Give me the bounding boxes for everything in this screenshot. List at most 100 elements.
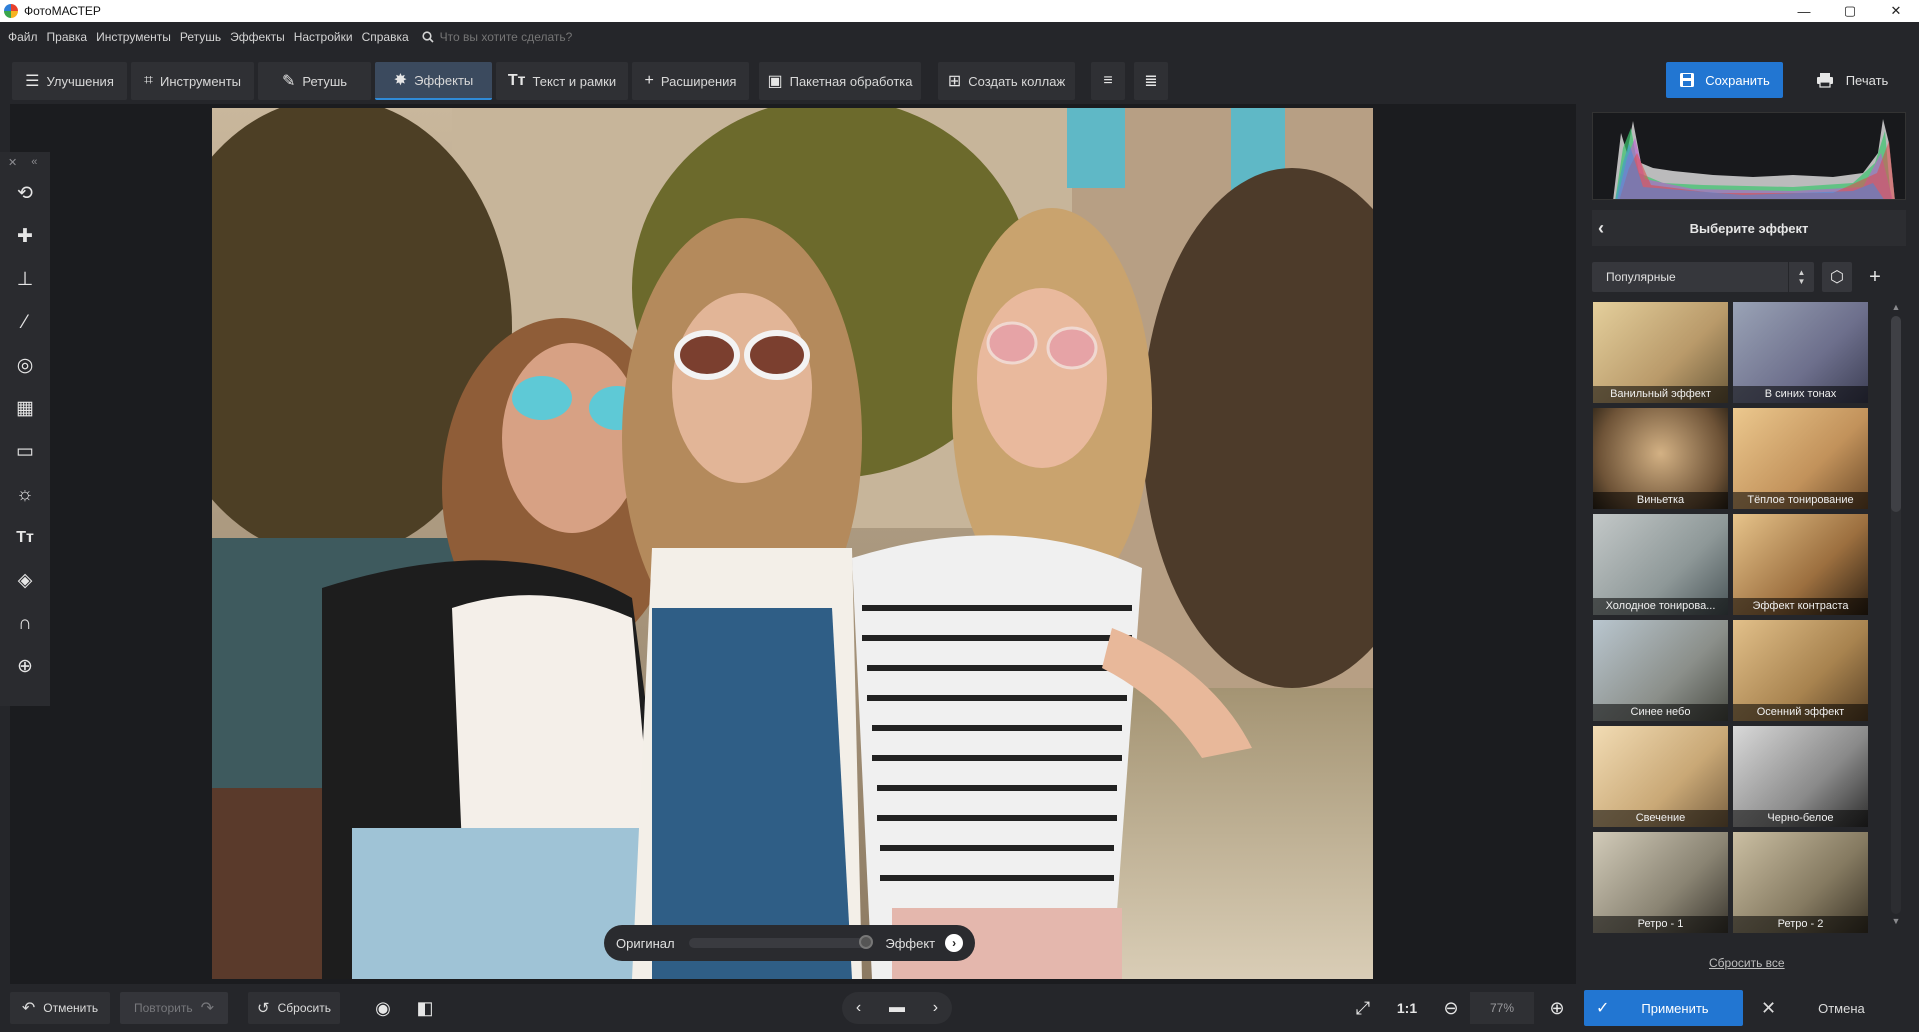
- crop-icon: ⌗: [143, 72, 153, 89]
- close-icon: ✕: [1761, 997, 1777, 1018]
- patch-tool-icon[interactable]: ✚: [0, 215, 50, 258]
- print-button[interactable]: Печать: [1793, 62, 1911, 98]
- cancel-button[interactable]: ✕ Отмена: [1753, 990, 1913, 1026]
- tab-text-frames[interactable]: Tт Текст и рамки: [496, 62, 628, 100]
- menu-edit[interactable]: Правка: [47, 30, 88, 44]
- rotate-tool-icon[interactable]: ⟲: [0, 172, 50, 215]
- menu-settings[interactable]: Настройки: [294, 30, 353, 44]
- brush-tool-icon[interactable]: ⁄: [0, 301, 50, 344]
- back-chevron-icon[interactable]: ‹: [1598, 218, 1604, 239]
- effect-thumb[interactable]: В синих тонах: [1733, 302, 1868, 403]
- menu-tools[interactable]: Инструменты: [96, 30, 171, 44]
- next-image-icon[interactable]: ›: [933, 999, 938, 1017]
- tab-extensions[interactable]: + Расширения: [632, 62, 749, 100]
- compare-thumb[interactable]: [859, 935, 874, 949]
- reset-button[interactable]: ↺ Сбросить: [248, 992, 340, 1024]
- save-button[interactable]: Сохранить: [1666, 62, 1783, 98]
- effect-thumb[interactable]: Черно-белое: [1733, 726, 1868, 827]
- zoom-value[interactable]: 77%: [1470, 992, 1534, 1024]
- compare-track[interactable]: [688, 935, 874, 949]
- effect-thumb[interactable]: Эффект контраста: [1733, 514, 1868, 615]
- batch-processing-button[interactable]: ▣ Пакетная обработка: [759, 62, 921, 100]
- effects-grid: Ванильный эффект В синих тонах Виньетка …: [1593, 302, 1873, 935]
- tools-panel-header: ✕ «: [0, 152, 50, 172]
- menu-file[interactable]: Файл: [8, 30, 38, 44]
- effect-label: Синее небо: [1593, 704, 1728, 721]
- app-logo-icon: [4, 4, 18, 18]
- stamp-tool-icon[interactable]: ⊥: [0, 258, 50, 301]
- menu-help[interactable]: Справка: [362, 30, 409, 44]
- redo-button[interactable]: Повторить ↷: [120, 992, 228, 1024]
- effect-thumb[interactable]: Синее небо: [1593, 620, 1728, 721]
- sparkle-icon: ✸: [393, 72, 408, 89]
- folder-icon[interactable]: ▬: [889, 999, 905, 1017]
- undo-icon: ↶: [21, 1000, 36, 1017]
- curves-icon[interactable]: ∩: [0, 602, 50, 645]
- maximize-button[interactable]: ▢: [1827, 0, 1873, 22]
- tab-retouch[interactable]: ✎ Ретушь: [258, 62, 371, 100]
- undo-button[interactable]: ↶ Отменить: [10, 992, 110, 1024]
- effect-thumb[interactable]: Ретро - 1: [1593, 832, 1728, 933]
- effect-thumb[interactable]: Тёплое тонирование: [1733, 408, 1868, 509]
- category-value: Популярные: [1606, 270, 1676, 284]
- batch-add-button[interactable]: ≡: [1091, 62, 1125, 100]
- scroll-down-icon[interactable]: ▼: [1888, 916, 1904, 928]
- fit-screen-icon[interactable]: ⤢: [1348, 992, 1378, 1024]
- reset-all-link[interactable]: Сбросить все: [1709, 956, 1785, 970]
- zoom-in-icon[interactable]: ⊕: [1542, 992, 1572, 1024]
- panel-title: Выберите эффект: [1689, 220, 1809, 236]
- vignette-icon[interactable]: ▭: [0, 430, 50, 473]
- tab-label: Создать коллаж: [968, 73, 1066, 89]
- compare-slider[interactable]: Оригинал Эффект ›: [604, 925, 975, 961]
- actual-size-button[interactable]: 1:1: [1392, 992, 1422, 1024]
- create-collage-button[interactable]: ⊞ Создать коллаж: [938, 62, 1075, 100]
- cube-icon[interactable]: ⬡: [1822, 262, 1852, 292]
- effect-thumb[interactable]: Холодное тонирова...: [1593, 514, 1728, 615]
- effect-thumb[interactable]: Виньетка: [1593, 408, 1728, 509]
- menu-retouch[interactable]: Ретушь: [180, 30, 221, 44]
- category-select[interactable]: Популярные ▲ ▼: [1592, 262, 1814, 292]
- print-label: Печать: [1845, 72, 1889, 88]
- tab-tools[interactable]: ⌗ Инструменты: [131, 62, 254, 100]
- effect-label: Эффект: [885, 935, 936, 951]
- save-label: Сохранить: [1705, 72, 1770, 88]
- apply-button[interactable]: ✓ Применить: [1584, 990, 1743, 1026]
- collapse-panel-icon[interactable]: «: [31, 156, 37, 168]
- menu-effects[interactable]: Эффекты: [230, 30, 285, 44]
- tab-effects[interactable]: ✸ Эффекты: [375, 62, 492, 100]
- tab-enhancements[interactable]: ☰ Улучшения: [12, 62, 127, 100]
- prev-image-icon[interactable]: ‹: [856, 999, 861, 1017]
- eye-icon[interactable]: ◉: [368, 992, 398, 1024]
- text-tool-icon[interactable]: Tт: [0, 516, 50, 559]
- scroll-up-icon[interactable]: ▲: [1888, 302, 1904, 314]
- globe-icon[interactable]: ⊕: [0, 645, 50, 688]
- title-bar: ФотоМАСТЕР — ▢ ✕: [0, 0, 1919, 22]
- image-navigation: ‹ ▬ ›: [842, 992, 952, 1024]
- photo-canvas[interactable]: [212, 108, 1373, 979]
- command-search-input[interactable]: [439, 30, 620, 44]
- batch-settings-button[interactable]: ≣: [1134, 62, 1168, 100]
- effects-panel: ‹ Выберите эффект Популярные ▲ ▼ ⬡ + Вани…: [1576, 104, 1919, 984]
- floppy-icon: [1680, 73, 1695, 87]
- fill-tool-icon[interactable]: ◈: [0, 559, 50, 602]
- effect-thumb[interactable]: Осенний эффект: [1733, 620, 1868, 721]
- effect-thumb[interactable]: Свечение: [1593, 726, 1728, 827]
- gradient-filter-icon[interactable]: ▦: [0, 387, 50, 430]
- zoom-out-icon[interactable]: ⊖: [1436, 992, 1466, 1024]
- search-icon: [422, 31, 434, 43]
- sliders-icon: ☰: [25, 73, 40, 90]
- effect-thumb[interactable]: Ванильный эффект: [1593, 302, 1728, 403]
- close-panel-icon[interactable]: ✕: [8, 156, 17, 169]
- add-effect-icon[interactable]: +: [1860, 262, 1890, 292]
- effects-scrollbar[interactable]: ▲ ▼: [1888, 302, 1904, 928]
- redo-label: Повторить: [134, 1001, 193, 1015]
- effect-label: Тёплое тонирование: [1733, 492, 1868, 509]
- radial-filter-icon[interactable]: ◎: [0, 344, 50, 387]
- scroll-thumb[interactable]: [1891, 316, 1901, 512]
- split-view-icon[interactable]: ◧: [410, 992, 440, 1024]
- minimize-button[interactable]: —: [1781, 0, 1827, 22]
- arrow-right-icon[interactable]: ›: [945, 934, 963, 952]
- close-window-button[interactable]: ✕: [1873, 0, 1919, 22]
- effect-thumb[interactable]: Ретро - 2: [1733, 832, 1868, 933]
- light-icon[interactable]: ☼: [0, 473, 50, 516]
